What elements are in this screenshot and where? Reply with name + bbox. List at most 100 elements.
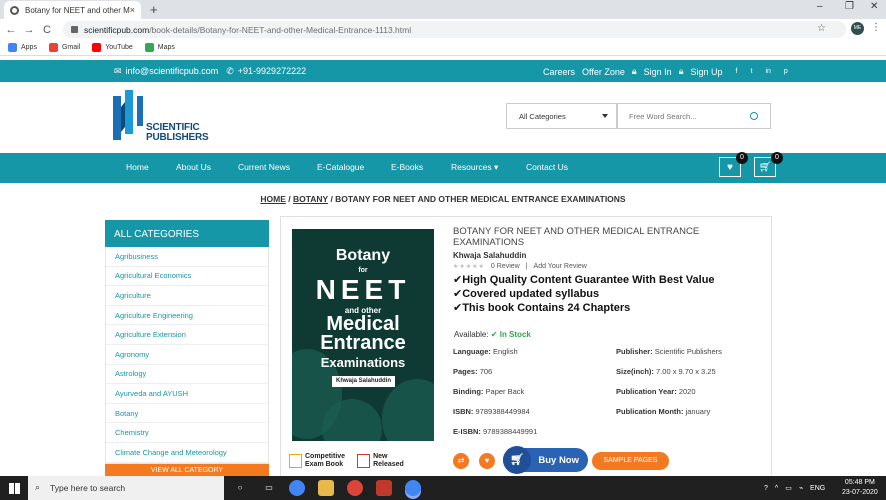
category-select-value: All Categories <box>519 111 566 121</box>
profile-avatar[interactable]: ME <box>851 22 864 35</box>
help-icon[interactable]: ? <box>764 485 768 492</box>
browser-tab-strip: Botany for NEET and other Medical × + – … <box>0 0 886 19</box>
twitter-icon[interactable]: t <box>750 68 752 75</box>
chrome-icon[interactable] <box>289 480 305 496</box>
book-icon <box>289 454 302 468</box>
task-view-icon[interactable]: ▭ <box>261 480 277 496</box>
cover-title-2: for <box>358 267 368 274</box>
wishlist-button[interactable]: ♥ 0 <box>719 152 748 177</box>
compare-icon[interactable]: ⇄ <box>453 453 469 469</box>
bookmark-youtube[interactable]: YouTube <box>92 43 133 52</box>
search-icon[interactable] <box>750 112 758 120</box>
cover-title-5: Medical Entrance Examinations <box>292 314 434 372</box>
forward-button[interactable]: → <box>20 24 38 36</box>
contact-info: ✉ info@scientificpub.com ✆ +91-992927222… <box>114 66 306 77</box>
bookmark-star-icon[interactable]: ☆ <box>817 23 826 34</box>
start-button[interactable] <box>0 476 28 500</box>
sample-pages-button[interactable]: SAMPLE PAGES <box>592 452 669 470</box>
bookmark-gmail[interactable]: Gmail <box>48 43 81 52</box>
category-item[interactable]: Botany <box>106 404 268 424</box>
book-author[interactable]: Khwaja Salahuddin <box>453 251 763 260</box>
email-icon: ✉ <box>114 66 122 76</box>
back-button[interactable]: ← <box>2 24 20 36</box>
buy-now-button[interactable]: 🛒︎ Buy Now <box>503 446 588 474</box>
competitive-exam-badge: Competitive Exam Book <box>289 453 345 469</box>
close-tab-icon[interactable]: × <box>130 5 135 15</box>
new-tab-button[interactable]: + <box>150 2 158 17</box>
sign-up-link[interactable]: Sign Up <box>691 67 723 77</box>
bookmark-label: Apps <box>21 44 37 51</box>
maps-icon <box>144 43 154 52</box>
category-item[interactable]: Chemistry <box>106 423 268 443</box>
network-icon[interactable]: ⌁ <box>799 484 803 492</box>
url-bar[interactable]: scientificpub.com /book-details/Botany-f… <box>63 21 846 38</box>
spec-label: ISBN: <box>453 407 474 416</box>
offer-zone-link[interactable]: Offer Zone <box>582 67 625 77</box>
review-count[interactable]: 0 Review <box>491 263 520 270</box>
browser-tab[interactable]: Botany for NEET and other Medical × <box>4 1 141 19</box>
nav-e-catalogue[interactable]: E-Catalogue <box>317 162 364 172</box>
reload-button[interactable]: C <box>38 24 56 36</box>
breadcrumb-home[interactable]: HOME <box>260 194 286 204</box>
cortana-icon[interactable]: ○ <box>232 480 248 496</box>
availability-value: In Stock <box>499 330 531 339</box>
nav-resources-label: Resources <box>451 162 492 172</box>
nav-home[interactable]: Home <box>126 162 149 172</box>
pinterest-icon[interactable]: p <box>784 68 788 75</box>
battery-icon[interactable]: ▭ <box>785 484 792 492</box>
category-item[interactable]: Agriculture Engineering <box>106 306 268 326</box>
bookmark-apps[interactable]: Apps <box>8 43 37 52</box>
minimize-button[interactable]: – <box>817 1 823 12</box>
breadcrumb-separator: / <box>285 194 293 204</box>
linkedin-icon[interactable]: in <box>765 68 770 75</box>
book-cover-image[interactable]: Botany for NEET and other Medical Entran… <box>292 229 434 441</box>
wishlist-count: 0 <box>736 152 748 164</box>
breadcrumb-category[interactable]: BOTANY <box>293 194 328 204</box>
contact-email[interactable]: info@scientificpub.com <box>126 66 219 77</box>
close-window-button[interactable]: ✕ <box>870 1 878 12</box>
category-item[interactable]: Climate Change and Meteorology <box>106 443 268 463</box>
category-item[interactable]: Agricultural Economics <box>106 267 268 287</box>
system-clock[interactable]: 05:48 PM 23-07-2020 <box>842 478 878 498</box>
bookmark-label: Gmail <box>61 44 81 51</box>
availability-label: Available: <box>454 330 489 339</box>
system-tray: ? ^ ▭ ⌁ ENG <box>764 476 825 500</box>
buy-now-label: Buy Now <box>538 454 579 466</box>
search-input[interactable]: Free Word Search... <box>617 103 771 129</box>
chrome-icon[interactable] <box>347 480 363 496</box>
category-item[interactable]: Agronomy <box>106 345 268 365</box>
category-item[interactable]: Ayurveda and AYUSH <box>106 384 268 404</box>
category-item[interactable]: Agribusiness <box>106 247 268 267</box>
input-language[interactable]: ENG <box>810 485 825 492</box>
taskbar-search-input[interactable]: ⌕ Type here to search <box>28 476 224 500</box>
sign-in-link[interactable]: Sign In <box>644 67 672 77</box>
heart-icon[interactable]: ♥ <box>479 453 495 469</box>
category-select[interactable]: All Categories <box>506 103 617 129</box>
cart-button[interactable]: 🛒︎ 0 <box>754 152 783 177</box>
category-item[interactable]: Agriculture <box>106 286 268 306</box>
nav-resources[interactable]: Resources ▾ <box>451 162 498 173</box>
chevron-up-icon[interactable]: ^ <box>775 485 778 492</box>
spec-eisbn: E-ISBN: 9789388449991 <box>453 427 537 436</box>
maximize-button[interactable]: ❐ <box>845 1 854 12</box>
pdf-icon[interactable] <box>376 480 392 496</box>
spec-value: 2020 <box>678 387 696 396</box>
bookmark-maps[interactable]: Maps <box>144 43 175 52</box>
file-explorer-icon[interactable] <box>318 480 334 496</box>
category-item[interactable]: Agriculture Extension <box>106 325 268 345</box>
spec-publication-month: Publication Month: january <box>616 407 710 416</box>
nav-e-books[interactable]: E-Books <box>391 162 423 172</box>
cover-title-1: Botany <box>335 247 391 264</box>
chrome-icon[interactable] <box>405 480 421 496</box>
view-all-category-button[interactable]: VIEW ALL CATEGORY <box>105 464 269 476</box>
contact-phone[interactable]: +91-9929272222 <box>238 66 306 77</box>
nav-about-us[interactable]: About Us <box>176 162 211 172</box>
careers-link[interactable]: Careers <box>543 67 575 77</box>
nav-contact-us[interactable]: Contact Us <box>526 162 568 172</box>
nav-current-news[interactable]: Current News <box>238 162 290 172</box>
category-item[interactable]: Astrology <box>106 365 268 385</box>
facebook-icon[interactable]: f <box>736 68 738 75</box>
add-review-link[interactable]: Add Your Review <box>534 263 587 270</box>
spec-label: Publisher: <box>616 347 653 356</box>
browser-menu-icon[interactable]: ⋮ <box>871 22 881 33</box>
